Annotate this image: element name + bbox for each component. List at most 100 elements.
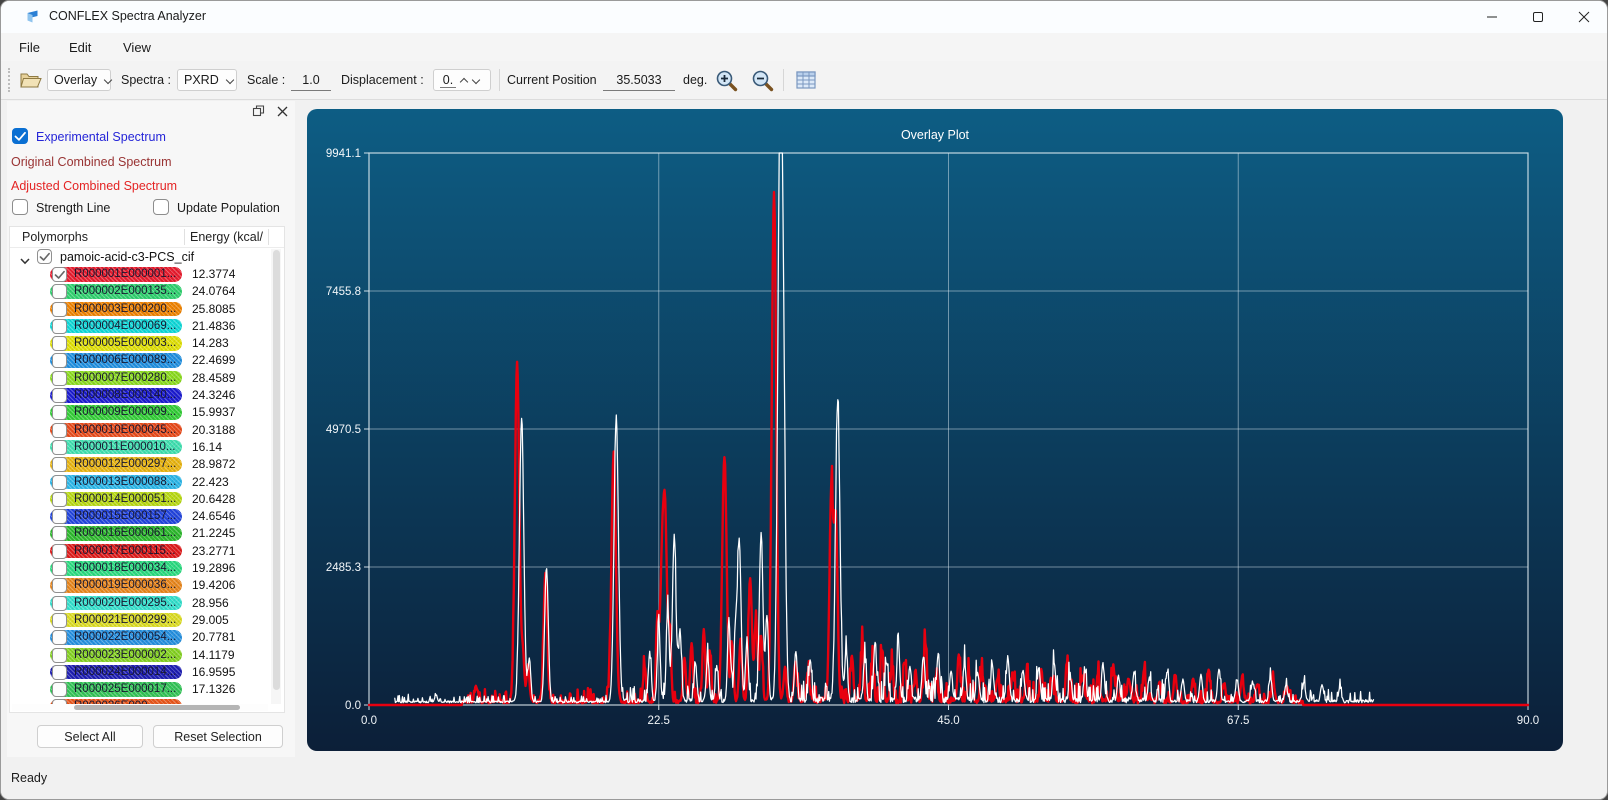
- polymorph-row[interactable]: R000004E000069... 21.4836: [10, 318, 268, 335]
- column-divider[interactable]: [184, 229, 185, 245]
- overlay-plot-widget[interactable]: 0.0 22.5 45.0 67.5 90.0 0.0 2485.3 4970.5 7455.8…: [307, 109, 1563, 751]
- displacement-spinner[interactable]: 0.: [433, 69, 491, 91]
- row-checkbox[interactable]: [52, 595, 67, 611]
- polymorph-row[interactable]: R000012E000297... 28.9872: [10, 456, 268, 473]
- scale-input[interactable]: 1.0: [291, 70, 331, 91]
- polymorph-row[interactable]: R000018E000034... 19.2896: [10, 560, 268, 577]
- row-checkbox[interactable]: [52, 267, 67, 282]
- polymorph-row[interactable]: R000025E000017... 17.1326: [10, 681, 268, 698]
- column-energy[interactable]: Energy (kcal/: [190, 230, 263, 244]
- row-checkbox[interactable]: [52, 509, 67, 525]
- experimental-spectrum-label[interactable]: Experimental Spectrum: [36, 130, 166, 144]
- experimental-spectrum-checkbox[interactable]: [12, 128, 28, 144]
- close-button[interactable]: [1561, 1, 1607, 33]
- current-position-input[interactable]: 35.5033: [603, 70, 675, 91]
- row-checkbox[interactable]: [52, 353, 67, 369]
- polymorph-row[interactable]: R000015E000157... 24.6546: [10, 508, 268, 525]
- polymorph-name: R000021E000299...: [74, 613, 177, 626]
- menu-edit[interactable]: Edit: [63, 38, 97, 57]
- minimize-button[interactable]: [1469, 1, 1515, 33]
- column-polymorphs[interactable]: Polymorphs: [22, 230, 88, 244]
- polymorph-row[interactable]: R000021E000299... 29.005: [10, 612, 268, 629]
- polymorph-row[interactable]: R000002E000135... 24.0764: [10, 283, 268, 300]
- maximize-button[interactable]: [1515, 1, 1561, 33]
- polymorph-row[interactable]: R000019E000036... 19.4206: [10, 577, 268, 594]
- row-checkbox[interactable]: [52, 284, 67, 300]
- row-checkbox[interactable]: [52, 612, 67, 628]
- polymorph-color-chip: R000001E000001...: [50, 267, 182, 282]
- strength-line-checkbox[interactable]: [12, 199, 28, 215]
- row-checkbox[interactable]: [52, 630, 67, 646]
- polymorph-name: R000024E000014...: [74, 665, 177, 678]
- displacement-label: Displacement :: [341, 73, 424, 87]
- polymorph-row[interactable]: R000006E000089... 22.4699: [10, 352, 268, 369]
- row-checkbox[interactable]: [52, 336, 67, 352]
- scrollbar-thumb[interactable]: [74, 705, 240, 710]
- polymorph-row[interactable]: R000014E000051... 20.6428: [10, 491, 268, 508]
- row-checkbox[interactable]: [52, 526, 67, 542]
- chevron-up-icon[interactable]: [460, 76, 468, 84]
- row-checkbox[interactable]: [52, 647, 67, 663]
- select-all-button[interactable]: Select All: [37, 725, 143, 748]
- row-checkbox[interactable]: [52, 561, 67, 577]
- zoom-in-icon[interactable]: [713, 67, 739, 93]
- polymorph-row[interactable]: R000001E000001... 12.3774: [10, 266, 268, 283]
- polymorph-row[interactable]: R000016E000061... 21.2245: [10, 525, 268, 542]
- polymorph-row[interactable]: R000024E000014... 16.9595: [10, 664, 268, 681]
- row-checkbox[interactable]: [52, 664, 67, 680]
- displacement-value[interactable]: 0.: [440, 73, 456, 88]
- reset-selection-button[interactable]: Reset Selection: [153, 725, 283, 748]
- energy-value: 19.4206: [192, 578, 236, 593]
- row-checkbox[interactable]: [52, 422, 67, 438]
- row-checkbox[interactable]: [52, 370, 67, 386]
- spectra-type-combo[interactable]: PXRD: [177, 69, 237, 91]
- row-checkbox[interactable]: [52, 474, 67, 490]
- menu-file[interactable]: File: [13, 38, 46, 57]
- polymorph-row[interactable]: R000009E000009... 15.9937: [10, 404, 268, 421]
- title-bar[interactable]: CONFLEX Spectra Analyzer: [1, 1, 1607, 33]
- polymorph-row[interactable]: R000022E000054... 20.7781: [10, 629, 268, 646]
- polymorph-row[interactable]: R000020E000295... 28.956: [10, 595, 268, 612]
- horizontal-scrollbar[interactable]: [12, 704, 268, 711]
- polymorph-row[interactable]: R000008E000140... 24.3246: [10, 387, 268, 404]
- app-icon: [25, 9, 41, 25]
- update-population-checkbox[interactable]: [153, 199, 169, 215]
- row-checkbox[interactable]: [52, 543, 67, 559]
- row-checkbox[interactable]: [52, 439, 67, 455]
- overlay-mode-combo[interactable]: Overlay: [47, 69, 111, 91]
- adjusted-combined-spectrum-label[interactable]: Adjusted Combined Spectrum: [11, 179, 177, 193]
- chevron-down-icon[interactable]: [472, 76, 480, 84]
- polymorph-row[interactable]: R000010E000045... 20.3188: [10, 422, 268, 439]
- toolbar-grip[interactable]: [8, 68, 10, 92]
- original-combined-spectrum-label[interactable]: Original Combined Spectrum: [11, 155, 172, 169]
- row-checkbox[interactable]: [52, 682, 67, 698]
- row-checkbox[interactable]: [52, 578, 67, 594]
- row-checkbox[interactable]: [52, 405, 67, 421]
- polymorph-row[interactable]: R000023E000002... 14.1179: [10, 647, 268, 664]
- polymorph-row[interactable]: R000011E000010... 16.14: [10, 439, 268, 456]
- energy-value: 22.4699: [192, 353, 236, 368]
- row-checkbox[interactable]: [52, 457, 67, 473]
- polymorph-row[interactable]: R000013E000088... 22.423: [10, 474, 268, 491]
- row-checkbox[interactable]: [52, 491, 67, 507]
- polymorph-color-chip: R000003E000200...: [50, 301, 182, 317]
- group-checkbox[interactable]: [37, 249, 52, 264]
- group-row[interactable]: pamoic-acid-c3-PCS_cif: [10, 248, 268, 266]
- zoom-out-icon[interactable]: [749, 67, 775, 93]
- scrollbar-thumb[interactable]: [272, 250, 280, 690]
- polymorph-row[interactable]: R000005E000003... 14.283: [10, 335, 268, 352]
- row-checkbox[interactable]: [52, 318, 67, 334]
- polymorph-row[interactable]: R000007E000280... 28.4589: [10, 370, 268, 387]
- row-checkbox[interactable]: [52, 388, 67, 404]
- table-view-icon[interactable]: [793, 67, 819, 93]
- vertical-scrollbar[interactable]: [271, 249, 281, 704]
- dock-close-icon[interactable]: [273, 103, 291, 119]
- column-divider[interactable]: [268, 229, 269, 245]
- overlay-plot[interactable]: 0.0 22.5 45.0 67.5 90.0 0.0 2485.3 4970.5 7455.8…: [307, 109, 1563, 751]
- polymorph-row[interactable]: R000017E000115... 23.2771: [10, 543, 268, 560]
- row-checkbox[interactable]: [52, 301, 67, 317]
- polymorph-row[interactable]: R000003E000200... 25.8085: [10, 301, 268, 318]
- dock-float-icon[interactable]: [249, 103, 267, 119]
- menu-view[interactable]: View: [117, 38, 157, 57]
- open-folder-icon[interactable]: [17, 67, 43, 93]
